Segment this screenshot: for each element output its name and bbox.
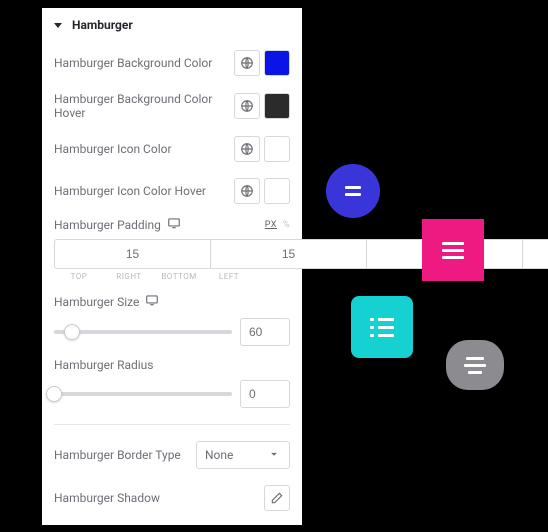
bg-hover-swatch[interactable] [264, 93, 290, 119]
preview-square-pink [422, 219, 484, 281]
size-control: Hamburger Size [42, 289, 302, 354]
label-padding: Hamburger Padding [54, 218, 161, 232]
row-icon-hover-color: Hamburger Icon Color Hover [42, 170, 302, 212]
padding-top-input[interactable] [54, 239, 210, 269]
sublabel-left: LEFT [204, 272, 254, 281]
responsive-icon[interactable] [167, 216, 181, 233]
divider [54, 424, 290, 425]
label-shadow: Hamburger Shadow [54, 491, 264, 505]
preview-square-teal [351, 296, 413, 358]
preview-circle-blue [326, 164, 380, 218]
label-bg-hover: Hamburger Background Color Hover [54, 92, 234, 120]
edit-shadow-button[interactable] [264, 485, 290, 511]
label-icon-hover: Hamburger Icon Color Hover [54, 184, 234, 198]
slider-thumb-icon[interactable] [46, 386, 62, 402]
preview-pill-gray [446, 340, 504, 390]
label-bg-color: Hamburger Background Color [54, 56, 234, 70]
radius-input[interactable] [240, 380, 290, 408]
globe-icon[interactable] [234, 136, 260, 162]
chevron-down-icon [267, 447, 281, 464]
sublabel-right: RIGHT [104, 272, 154, 281]
section-header-hamburger[interactable]: Hamburger [42, 8, 302, 42]
icon-color-swatch[interactable] [264, 136, 290, 162]
row-bg-hover-color: Hamburger Background Color Hover [42, 84, 302, 128]
row-border-type: Hamburger Border Type None [42, 433, 302, 477]
slider-thumb-icon[interactable] [64, 324, 80, 340]
size-input[interactable] [240, 318, 290, 346]
radius-control: Hamburger Radius [42, 354, 302, 416]
padding-control: Hamburger Padding PX % TOP RIGHT BOTTOM [42, 212, 302, 289]
radius-slider[interactable] [54, 392, 232, 396]
hamburger-style-panel: Hamburger Hamburger Background Color Ham… [42, 8, 302, 525]
bg-color-swatch[interactable] [264, 50, 290, 76]
padding-right-input[interactable] [210, 239, 366, 269]
globe-icon[interactable] [234, 178, 260, 204]
border-type-select[interactable]: None [196, 441, 290, 469]
unit-px[interactable]: PX [265, 220, 277, 230]
row-icon-color: Hamburger Icon Color [42, 128, 302, 170]
globe-icon[interactable] [234, 50, 260, 76]
size-slider[interactable] [54, 330, 232, 334]
responsive-icon[interactable] [145, 293, 159, 310]
icon-hover-swatch[interactable] [264, 178, 290, 204]
row-shadow: Hamburger Shadow [42, 477, 302, 519]
unit-percent[interactable]: % [283, 220, 290, 230]
globe-icon[interactable] [234, 93, 260, 119]
row-bg-color: Hamburger Background Color [42, 42, 302, 84]
sublabel-top: TOP [54, 272, 104, 281]
label-size: Hamburger Size [54, 295, 139, 309]
label-icon-color: Hamburger Icon Color [54, 142, 234, 156]
sublabel-bottom: BOTTOM [154, 272, 204, 281]
padding-left-input[interactable] [522, 239, 548, 269]
caret-down-icon [54, 23, 62, 28]
label-border-type: Hamburger Border Type [54, 448, 196, 462]
select-value: None [205, 448, 233, 462]
label-radius: Hamburger Radius [54, 358, 153, 372]
section-title: Hamburger [72, 18, 133, 32]
